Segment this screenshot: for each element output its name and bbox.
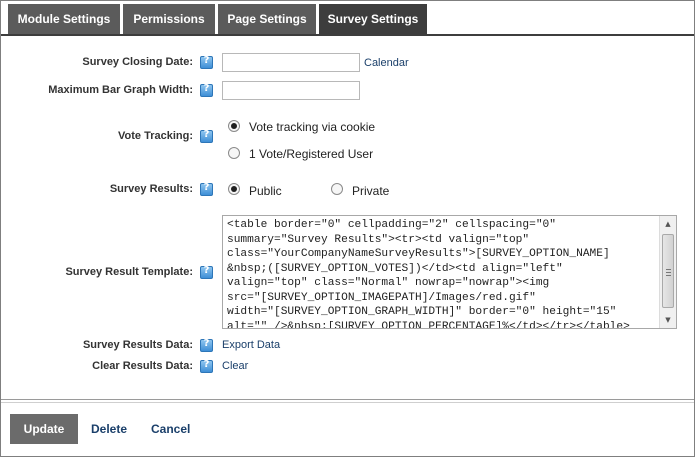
scroll-down-icon[interactable]: ▼ [660, 312, 676, 328]
help-icon[interactable] [200, 265, 213, 279]
delete-button[interactable]: Delete [91, 422, 127, 436]
help-icon[interactable] [200, 338, 213, 352]
vote-tracking-registered-radio[interactable] [228, 147, 240, 159]
help-icon[interactable] [200, 182, 213, 196]
tab-survey-settings[interactable]: Survey Settings [319, 4, 427, 34]
results-data-label: Survey Results Data: [82, 339, 193, 351]
clear-link[interactable]: Clear [222, 360, 248, 372]
tab-strip: Module Settings Permissions Page Setting… [1, 1, 694, 36]
results-private-radio[interactable] [331, 183, 343, 195]
help-icon[interactable] [200, 83, 213, 97]
result-template-label: Survey Result Template: [65, 266, 193, 278]
tab-module-settings[interactable]: Module Settings [8, 4, 120, 34]
results-private-label: Private [352, 184, 390, 198]
calendar-link[interactable]: Calendar [364, 57, 409, 69]
closing-date-label: Survey Closing Date: [82, 56, 193, 68]
vote-tracking-label: Vote Tracking: [118, 130, 193, 142]
result-template-text: <table border="0" cellpadding="2" cellsp… [227, 219, 630, 329]
max-bar-width-label: Maximum Bar Graph Width: [48, 84, 193, 96]
closing-date-input[interactable] [222, 53, 360, 72]
scroll-up-icon[interactable]: ▲ [660, 216, 676, 232]
results-public-radio[interactable] [228, 183, 240, 195]
tab-underline [1, 34, 694, 36]
help-icon[interactable] [200, 129, 213, 143]
result-template-textarea[interactable]: <table border="0" cellpadding="2" cellsp… [222, 215, 677, 329]
template-scrollbar[interactable]: ▲ ▼ [659, 216, 676, 328]
tab-page-settings[interactable]: Page Settings [218, 4, 316, 34]
vote-tracking-cookie-radio[interactable] [228, 120, 240, 132]
footer-divider [1, 399, 694, 400]
results-public-label: Public [249, 184, 282, 198]
export-data-link[interactable]: Export Data [222, 339, 280, 351]
help-icon[interactable] [200, 359, 213, 373]
tab-permissions[interactable]: Permissions [123, 4, 215, 34]
grip-icon [666, 269, 671, 276]
footer-divider [1, 402, 694, 403]
survey-results-label: Survey Results: [109, 183, 193, 195]
vote-tracking-registered-label: 1 Vote/Registered User [249, 147, 374, 161]
clear-results-label: Clear Results Data: [92, 360, 193, 372]
cancel-button[interactable]: Cancel [151, 422, 190, 436]
scrollbar-thumb[interactable] [662, 234, 674, 308]
module-settings-panel: Module Settings Permissions Page Setting… [0, 0, 695, 457]
help-icon[interactable] [200, 55, 213, 69]
max-bar-width-input[interactable] [222, 81, 360, 100]
vote-tracking-cookie-label: Vote tracking via cookie [249, 120, 376, 134]
update-button[interactable]: Update [10, 414, 78, 444]
